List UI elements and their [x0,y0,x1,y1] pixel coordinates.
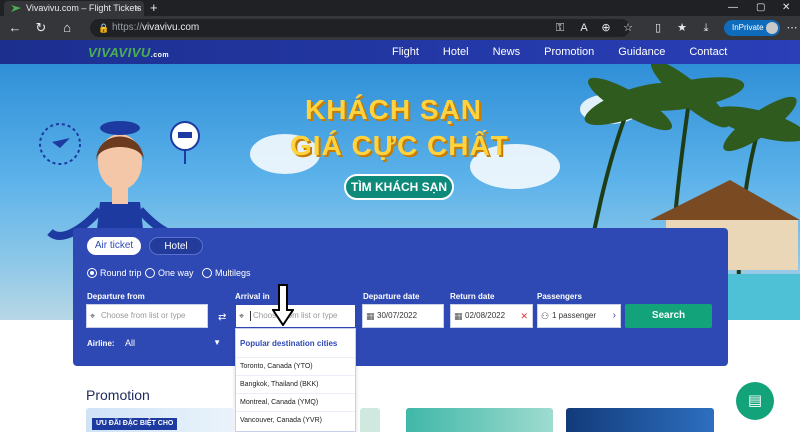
nav-flight[interactable]: Flight [392,40,419,64]
maximize-icon[interactable]: ▢ [756,0,765,15]
caret-down-icon: ▼ [213,338,221,347]
list-item[interactable]: Toronto, Canada (YTO) [236,357,355,375]
radio-one-way[interactable]: One way [145,268,194,278]
down-arrow-annotation-icon [272,284,294,326]
radio-unselected-icon [202,268,212,278]
users-icon: ⚇ [541,311,550,321]
arrival-input[interactable]: ⌖ Choose from list or type [235,304,356,328]
inprivate-label: InPrivate [732,23,764,32]
dropdown-heading: Popular destination cities [240,339,338,348]
location-pin-icon: ⌖ [239,311,245,321]
nav-hotel[interactable]: Hotel [443,40,469,64]
new-tab-button[interactable]: + [150,0,158,15]
promo-card[interactable] [566,408,714,432]
browser-toolbar: ← ↻ ⌂ 🔒 https://vivavivu.com ⚿ A ⊕ ☆ ▯ ★… [0,16,800,40]
favorites-list-icon[interactable]: ★ [674,20,690,36]
inprivate-badge[interactable]: InPrivate [724,20,780,36]
radio-multilegs[interactable]: Multilegs [202,268,251,278]
calendar-icon: ▦ [454,311,463,321]
find-hotel-button[interactable]: TÌM KHÁCH SẠN [344,174,454,200]
home-icon[interactable]: ⌂ [58,19,76,37]
browser-tab[interactable]: Vivavivu.com – Flight Tickets - Ch × [4,1,144,16]
list-item[interactable]: Montreal, Canada (YMQ) [236,393,355,411]
radio-label: Multilegs [215,268,251,278]
hero-title-line2: GIÁ CỰC CHẤT [290,130,509,161]
nav-news[interactable]: News [493,40,521,64]
favorite-icon[interactable]: ☆ [620,20,636,36]
radio-unselected-icon [145,268,155,278]
location-pin-icon: ⌖ [90,311,96,321]
main-nav: Flight Hotel News Promotion Guidance Con… [392,40,727,64]
list-item[interactable]: Vancouver, Canada (YVR) [236,411,355,429]
promo-card[interactable]: ƯU ĐÃI ĐẶC BIỆT CHO [86,408,234,432]
nav-contact[interactable]: Contact [689,40,727,64]
text-caret [250,310,251,321]
read-aloud-icon[interactable]: A [576,20,592,36]
radio-selected-icon [87,268,97,278]
lock-icon: 🔒 [98,23,110,33]
nav-promotion[interactable]: Promotion [544,40,594,64]
promo-card[interactable] [360,408,380,432]
key-icon[interactable]: ⚿ [552,20,568,36]
more-options-icon[interactable]: ⋯ [784,20,800,36]
minimize-icon[interactable]: — [728,0,738,15]
close-window-icon[interactable]: ✕ [782,0,790,15]
refresh-icon[interactable]: ↻ [32,19,50,37]
tab-close-icon[interactable]: × [135,1,140,16]
resort-roof-illustration [650,180,800,220]
vivavivu-favicon-icon [11,5,21,12]
arrival-label: Arrival in [235,292,270,301]
tab-title: Vivavivu.com – Flight Tickets - Ch [26,3,144,13]
airline-label: Airline: [87,339,115,348]
departure-input[interactable]: ⌖ Choose from list or type [86,304,208,328]
radio-label: One way [158,268,194,278]
list-item[interactable]: Bangkok, Thailand (BKK) [236,375,355,393]
tab-air-ticket[interactable]: Air ticket [87,237,141,255]
browser-tab-bar: Vivavivu.com – Flight Tickets - Ch × + —… [0,0,800,16]
url-text: https://vivavivu.com [112,22,200,33]
promotion-heading: Promotion [86,387,150,403]
zoom-icon[interactable]: ⊕ [598,20,614,36]
radio-round-trip[interactable]: Round trip [87,268,142,278]
avatar [766,22,778,34]
flight-search-widget: Air ticket Hotel Round trip One way Mult… [73,228,728,366]
return-date-input[interactable]: ▦ 02/08/2022 ✕ [450,304,533,328]
calendar-icon: ▦ [366,311,375,321]
site-header: VIVAVIVU.com Flight Hotel News Promotion… [0,40,800,64]
chevron-right-icon: › [612,310,616,321]
site-logo[interactable]: VIVAVIVU.com [88,45,169,60]
radio-label: Round trip [100,268,142,278]
search-button[interactable]: Search [625,304,712,328]
airline-select[interactable]: All ▼ [125,336,221,350]
address-bar[interactable]: 🔒 https://vivavivu.com [90,19,630,37]
tab-hotel[interactable]: Hotel [149,237,203,255]
download-icon[interactable]: ⤓ [698,20,714,36]
promo-badge: ƯU ĐÃI ĐẶC BIỆT CHO [92,418,178,430]
hero-title-line1: KHÁCH SẠN [305,94,482,125]
split-screen-icon[interactable]: ▯ [650,20,666,36]
clear-date-icon[interactable]: ✕ [520,305,528,327]
promo-card[interactable] [406,408,553,432]
departure-date-input[interactable]: ▦ 30/07/2022 [362,304,444,328]
return-date-label: Return date [450,292,495,301]
departure-label: Departure from [87,292,145,301]
passengers-input[interactable]: ⚇ 1 passenger › [537,304,621,328]
arrival-dropdown: Popular destination cities Toronto, Cana… [235,328,356,432]
swap-icon[interactable]: ⇄ [218,312,226,323]
chat-icon[interactable]: ▤ [736,382,774,420]
passengers-label: Passengers [537,292,582,301]
back-icon[interactable]: ← [6,19,24,37]
nav-guidance[interactable]: Guidance [618,40,665,64]
departure-date-label: Departure date [363,292,420,301]
